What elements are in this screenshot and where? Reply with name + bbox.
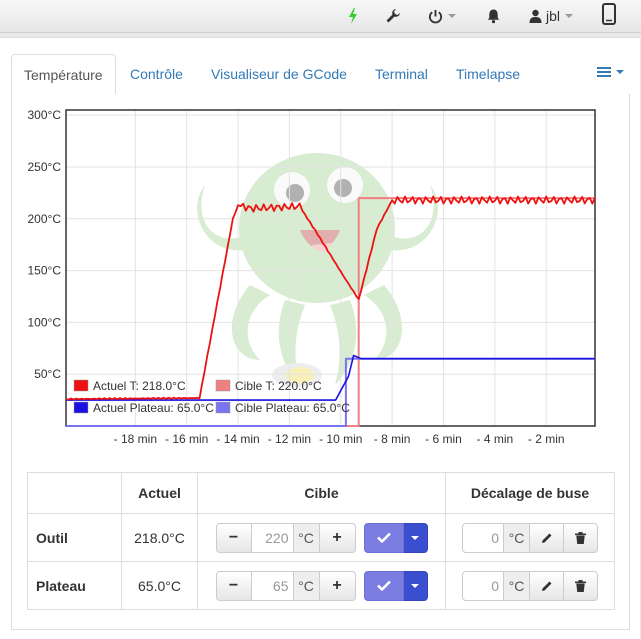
unit-label: °C [504,570,530,601]
chart-legend: Actuel T: 218.0°C Cible T: 220.0°C Actuel … [73,379,350,415]
y-tick-label: 150°C [28,264,62,278]
table-row: Plateau 65.0°C − 65 °C + 0 °C [27,561,615,610]
delete-offset-button[interactable] [564,570,598,601]
legend-label: Cible T: 220.0°C [235,379,322,393]
table-header-offset: Décalage de buse [445,472,615,514]
edit-offset-button[interactable] [530,570,564,601]
y-tick-label: 200°C [28,212,62,226]
check-icon [376,532,391,543]
x-tick-label: - 10 min [319,432,362,446]
table-header-actual: Actuel [121,472,198,514]
y-tick-label: 300°C [28,108,62,122]
table-header-empty [27,472,122,514]
target-input[interactable]: 65 [251,570,294,601]
x-tick-label: - 18 min [114,432,157,446]
delete-offset-button[interactable] [564,522,598,553]
offset-input[interactable]: 0 [462,570,504,601]
unit-label: °C [293,522,320,553]
table-header-row: Actuel Cible Décalage de buse [27,472,615,514]
x-tick-label: - 12 min [268,432,311,446]
target-presets-dropdown[interactable] [403,522,428,553]
temperature-table: Actuel Cible Décalage de buse Outil 218.… [27,472,615,610]
unit-label: °C [504,522,530,553]
check-icon [376,580,391,591]
x-tick-label: - 14 min [216,432,259,446]
increment-button[interactable]: + [319,570,356,601]
unit-label: °C [293,570,320,601]
table-header-target: Cible [197,472,446,514]
increment-button[interactable]: + [319,522,356,553]
x-tick-label: - 2 min [528,432,565,446]
pencil-icon [541,581,551,591]
offset-input[interactable]: 0 [462,522,504,553]
target-input[interactable]: 220 [251,522,294,553]
row-offset-tool: 0 °C [445,513,615,562]
trash-icon [575,531,586,544]
x-tick-label: - 4 min [477,432,514,446]
x-axis-ticks: - 18 min - 16 min - 14 min - 12 min - 10 min… [114,432,565,446]
legend-swatch [215,379,231,392]
temperature-chart: 300°C250°C200°C150°C100°C50°C - 18 min - … [28,108,596,446]
trash-icon [575,579,586,592]
table-row: Outil 218.0°C − 220 °C + 0 °C [27,513,615,562]
legend-label: Actuel Plateau: 65.0°C [93,401,214,415]
set-target-button[interactable] [363,522,404,553]
decrement-button[interactable]: − [215,522,252,553]
x-tick-label: - 16 min [165,432,208,446]
row-name-tool: Outil [27,513,122,562]
octoprint-logo-watermark [197,153,438,387]
pencil-icon [541,533,551,543]
y-tick-label: 250°C [28,160,62,174]
y-axis-ticks: 300°C 250°C 200°C 150°C 100°C 50°C [28,108,62,381]
row-offset-bed: 0 °C [445,561,615,610]
y-tick-label: 100°C [28,315,62,329]
row-actual-bed: 65.0°C [121,561,198,610]
decrement-button[interactable]: − [215,570,252,601]
target-presets-dropdown[interactable] [403,570,428,601]
row-target-tool: − 220 °C + [197,513,446,562]
legend-label: Actuel T: 218.0°C [93,379,186,393]
legend-label: Cible Plateau: 65.0°C [235,401,350,415]
legend-swatch [73,379,89,392]
set-target-button[interactable] [363,570,404,601]
series-line [66,354,595,401]
chevron-down-icon [411,583,419,588]
row-name-bed: Plateau [27,561,122,610]
legend-swatch [73,401,89,414]
row-actual-tool: 218.0°C [121,513,198,562]
legend-swatch [215,401,231,414]
x-tick-label: - 6 min [425,432,462,446]
chevron-down-icon [411,535,419,540]
edit-offset-button[interactable] [530,522,564,553]
x-tick-label: - 8 min [374,432,411,446]
y-tick-label: 50°C [34,367,61,381]
row-target-bed: − 65 °C + [197,561,446,610]
